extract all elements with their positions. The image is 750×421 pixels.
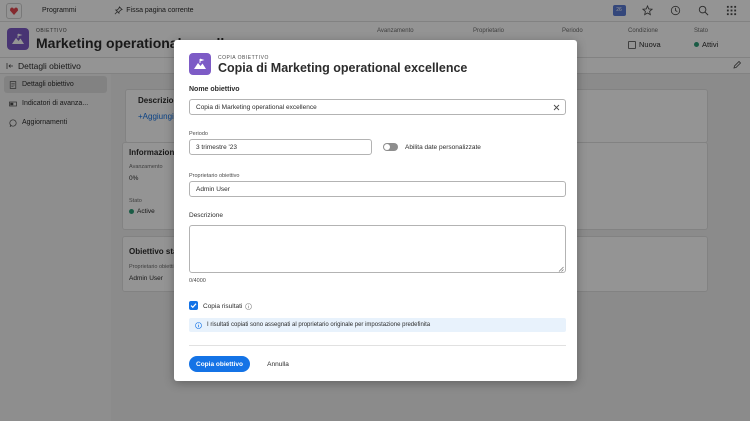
owner-input-value: Admin User (196, 185, 230, 193)
copy-results-label: Copia risultati (203, 303, 243, 310)
custom-dates-toggle[interactable] (383, 143, 398, 151)
description-textarea[interactable] (189, 225, 566, 273)
copy-objective-button[interactable]: Copia obiettivo (189, 356, 250, 372)
objective-name-label: Nome obiettivo (189, 86, 240, 93)
cancel-button[interactable]: Annulla (258, 356, 298, 372)
period-input[interactable]: 3 trimestre '23 (189, 139, 372, 155)
owner-field-label: Proprietario obiettivo (189, 173, 240, 179)
char-counter: 0/4000 (189, 278, 206, 284)
objective-flag-icon (189, 53, 211, 75)
owner-input[interactable]: Admin User (189, 181, 566, 197)
checkmark-icon (190, 303, 197, 309)
info-message-text: I risultati copiati sono assegnati al pr… (207, 322, 431, 328)
copy-results-checkbox[interactable] (189, 301, 198, 310)
period-value: 3 trimestre '23 (196, 143, 237, 151)
objective-name-value: Copia di Marketing operational excellenc… (196, 103, 317, 111)
info-message: I risultati copiati sono assegnati al pr… (189, 318, 566, 332)
dialog-title: Copia di Marketing operational excellenc… (218, 61, 468, 75)
footer-divider (189, 345, 566, 346)
custom-dates-label: Abilita date personalizzate (405, 144, 481, 151)
description-label: Descrizione (189, 212, 223, 219)
info-icon (195, 321, 202, 329)
objective-name-input[interactable]: Copia di Marketing operational excellenc… (189, 99, 566, 115)
copy-results-label-group: Copia risultati (203, 303, 253, 310)
copy-objective-dialog: COPIA OBIETTIVO Copia di Marketing opera… (174, 40, 577, 381)
info-icon[interactable] (245, 303, 253, 310)
period-label: Periodo (189, 131, 208, 137)
clear-icon[interactable] (553, 104, 560, 111)
